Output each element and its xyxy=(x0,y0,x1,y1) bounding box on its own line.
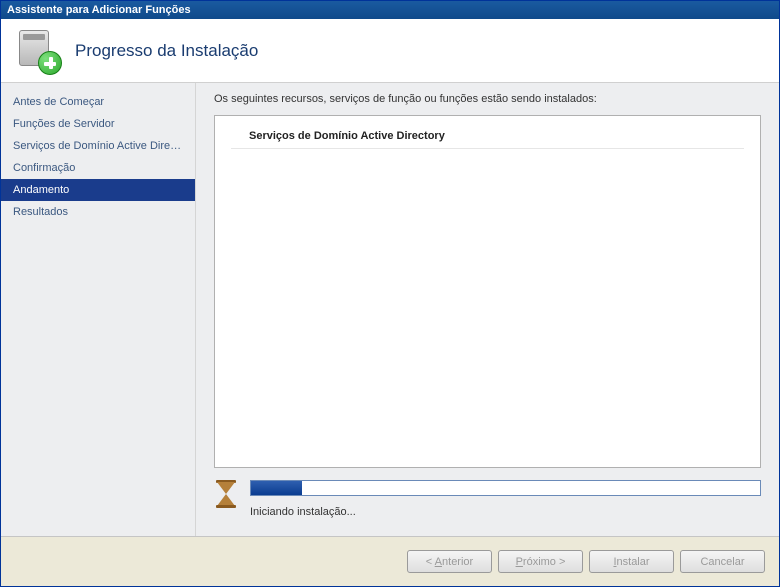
install-progress-bar xyxy=(250,480,761,496)
wizard-step[interactable]: Antes de Começar xyxy=(1,91,195,113)
wizard-footer: < Anterior Próximo > Instalar Cancelar xyxy=(1,536,779,586)
page-title: Progresso da Instalação xyxy=(75,41,258,61)
next-button[interactable]: Próximo > xyxy=(498,550,583,573)
wizard-steps-sidebar: Antes de ComeçarFunções de ServidorServi… xyxy=(1,83,196,536)
install-status-text: Iniciando instalação... xyxy=(250,506,761,518)
wizard-step[interactable]: Funções de Servidor xyxy=(1,113,195,135)
main-content: Os seguintes recursos, serviços de funçã… xyxy=(196,83,779,536)
install-button[interactable]: Instalar xyxy=(589,550,674,573)
window-title: Assistente para Adicionar Funções xyxy=(7,4,191,16)
wizard-step[interactable]: Andamento xyxy=(1,179,195,201)
wizard-header: Progresso da Instalação xyxy=(1,19,779,83)
cancel-button[interactable]: Cancelar xyxy=(680,550,765,573)
add-roles-icon xyxy=(17,30,59,72)
window-titlebar: Assistente para Adicionar Funções xyxy=(1,1,779,19)
install-item-ad-ds: Serviços de Domínio Active Directory xyxy=(231,126,744,149)
intro-text: Os seguintes recursos, serviços de funçã… xyxy=(214,93,761,105)
install-list-panel: Serviços de Domínio Active Directory xyxy=(214,115,761,468)
hourglass-icon xyxy=(216,480,236,508)
wizard-step[interactable]: Resultados xyxy=(1,201,195,223)
wizard-step[interactable]: Confirmação xyxy=(1,157,195,179)
back-button[interactable]: < Anterior xyxy=(407,550,492,573)
wizard-step[interactable]: Serviços de Domínio Active Direct... xyxy=(1,135,195,157)
